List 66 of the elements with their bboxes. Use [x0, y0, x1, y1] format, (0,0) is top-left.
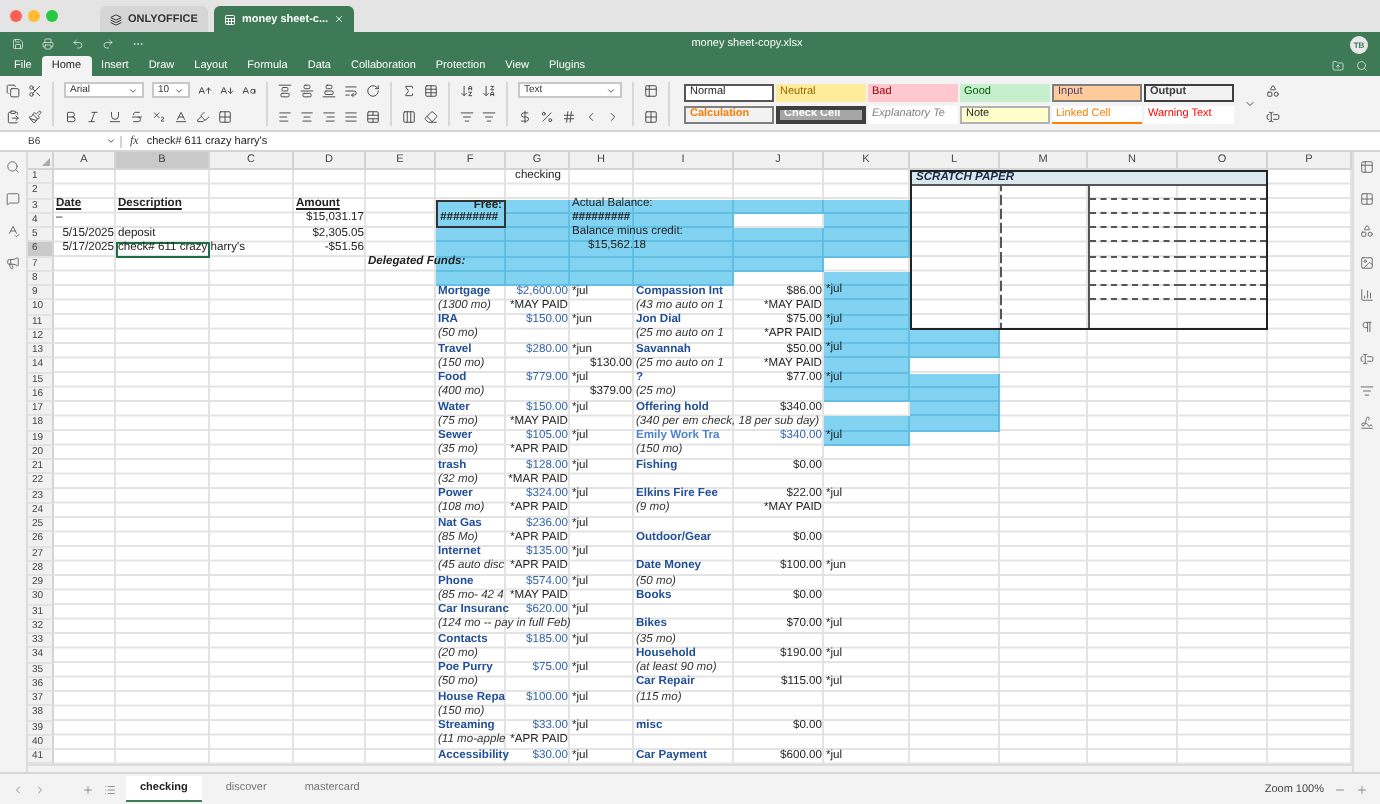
spreadsheet-icon: [223, 13, 236, 25]
justify-icon[interactable]: [344, 109, 358, 123]
decrease-decimal-icon[interactable]: [584, 109, 598, 123]
filter-icon[interactable]: [460, 109, 474, 123]
subscript-icon[interactable]: [152, 109, 166, 123]
increase-font-icon[interactable]: [198, 83, 212, 97]
underline-icon[interactable]: [108, 109, 122, 123]
filter-icon[interactable]: [482, 109, 496, 123]
paste-icon[interactable]: [6, 109, 20, 123]
save-icon[interactable]: [12, 38, 24, 50]
strikethrough-icon[interactable]: [130, 109, 144, 123]
align-center-icon[interactable]: [300, 109, 314, 123]
clear-icon[interactable]: [424, 109, 438, 123]
increase-decimal-icon[interactable]: [606, 109, 620, 123]
shapes-icon[interactable]: [1266, 83, 1280, 97]
sheet-list-icon[interactable]: [104, 783, 116, 795]
orientation-icon[interactable]: [366, 83, 380, 97]
paragraph-icon[interactable]: [1360, 320, 1374, 334]
decrease-font-icon[interactable]: [220, 83, 234, 97]
sort-descending-icon[interactable]: [482, 83, 496, 97]
add-sheet-icon[interactable]: [82, 783, 94, 795]
layers-icon: [110, 13, 122, 25]
signature-icon[interactable]: [1360, 416, 1374, 430]
comment-icon[interactable]: [6, 192, 20, 206]
close-window-icon[interactable]: [10, 10, 22, 22]
select-all-corner[interactable]: [28, 152, 54, 170]
table-icon[interactable]: [1360, 160, 1374, 174]
chart-icon[interactable]: [1360, 288, 1374, 302]
caret-icon: [128, 85, 138, 95]
format-painter-icon[interactable]: [28, 109, 42, 123]
table-icon[interactable]: [644, 83, 658, 97]
merge-icon[interactable]: [366, 109, 380, 123]
align-middle-icon[interactable]: [300, 83, 314, 97]
cut-icon[interactable]: [28, 83, 42, 97]
caret-icon[interactable]: [1244, 97, 1256, 109]
undo-icon[interactable]: [72, 38, 84, 50]
redo-icon[interactable]: [102, 38, 114, 50]
caret-icon: [106, 136, 116, 146]
align-right-icon[interactable]: [322, 109, 336, 123]
change-case-icon[interactable]: [242, 83, 256, 97]
bold-icon[interactable]: [64, 109, 78, 123]
image-icon[interactable]: [1360, 256, 1374, 270]
borders-icon[interactable]: [218, 109, 232, 123]
megaphone-icon[interactable]: [6, 256, 20, 270]
caret-icon: [606, 85, 616, 95]
text-box-icon[interactable]: [1266, 109, 1280, 123]
zoom-in-icon[interactable]: [1356, 783, 1368, 795]
align-left-icon[interactable]: [278, 109, 292, 123]
caret-icon: [174, 85, 184, 95]
sort-ascending-icon[interactable]: [460, 83, 474, 97]
align-bottom-icon[interactable]: [322, 83, 336, 97]
search-icon[interactable]: [6, 160, 20, 174]
copy-icon[interactable]: [6, 83, 20, 97]
font-color-icon[interactable]: [174, 109, 188, 123]
number-icon[interactable]: [562, 109, 576, 123]
sum-icon[interactable]: [402, 83, 416, 97]
wrap-text-icon[interactable]: [344, 83, 358, 97]
print-icon[interactable]: [42, 38, 54, 50]
italic-icon[interactable]: [86, 109, 100, 123]
folder-icon[interactable]: [1332, 60, 1344, 72]
shapes-icon[interactable]: [1360, 224, 1374, 238]
currency-icon[interactable]: [518, 109, 532, 123]
align-top-icon[interactable]: [278, 83, 292, 97]
spell-check-icon[interactable]: [6, 224, 20, 238]
percent-icon[interactable]: [540, 109, 554, 123]
highlight-icon[interactable]: [196, 109, 210, 123]
